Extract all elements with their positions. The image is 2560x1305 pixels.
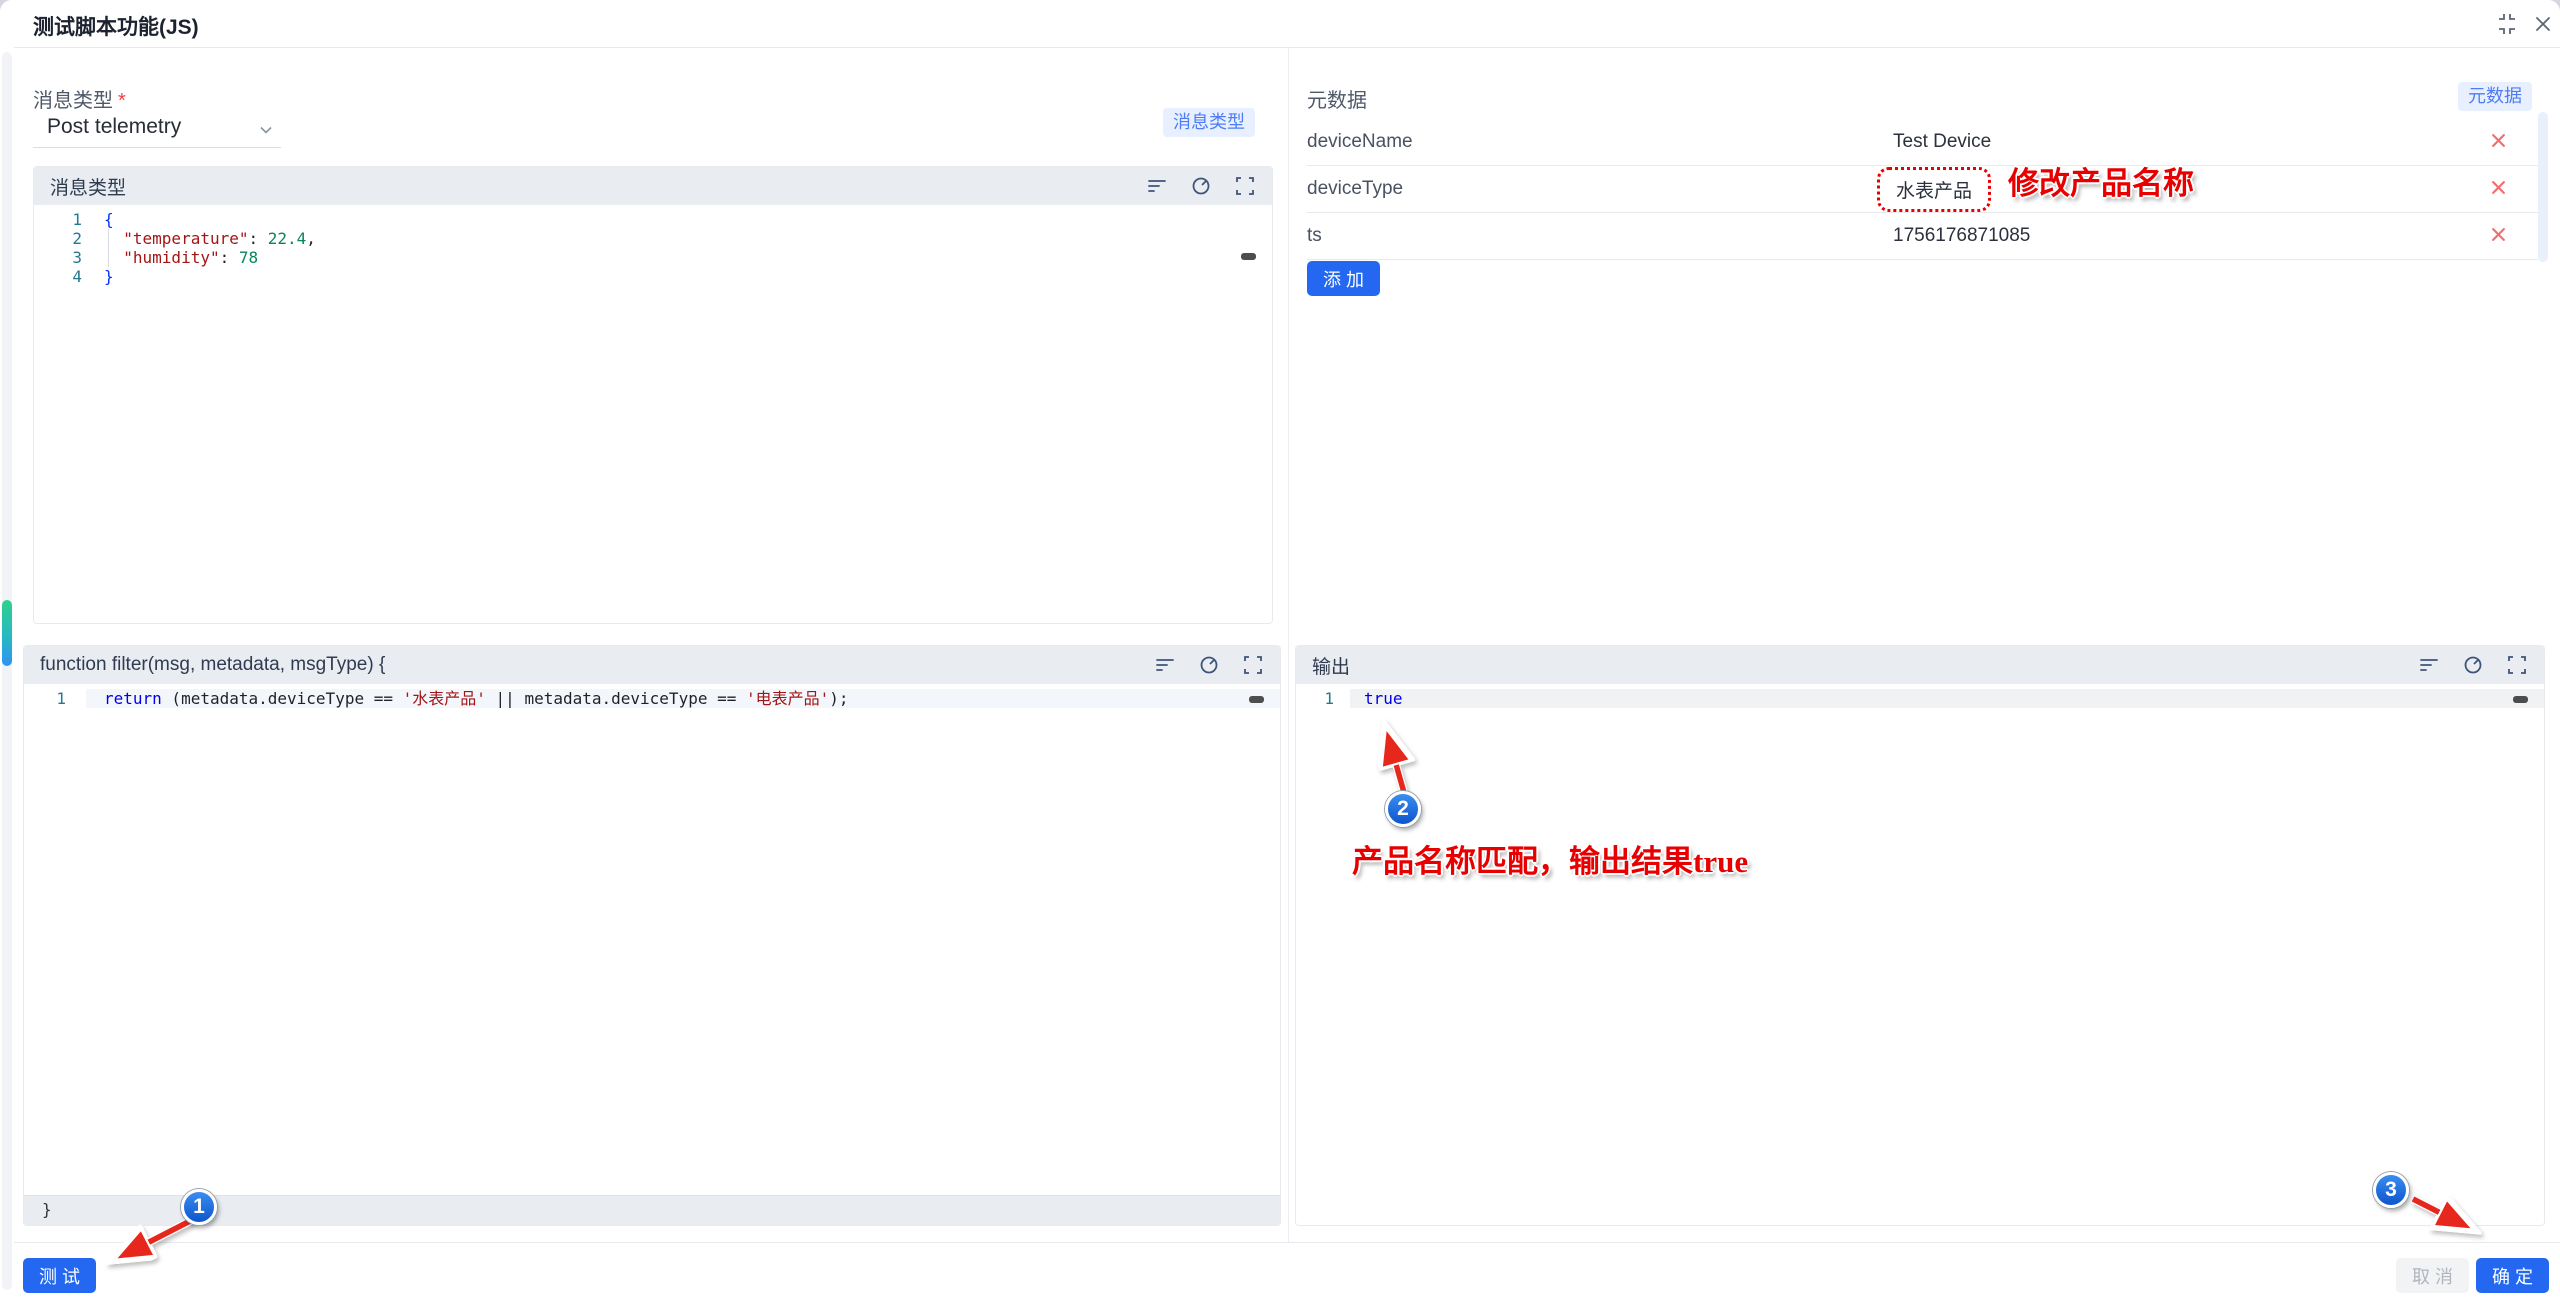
metadata-table: deviceNameTest DevicedeviceType水表产品ts175… — [1307, 119, 2538, 260]
add-metadata-button[interactable]: 添 加 — [1307, 261, 1380, 296]
output-editor-title: 输出 — [1312, 652, 2418, 679]
metadata-row: ts1756176871085 — [1307, 213, 2538, 260]
metadata-value-field[interactable]: 1756176871085 — [1893, 225, 2458, 247]
collapse-icon — [2496, 13, 2518, 35]
message-type-select-value: Post telemetry — [47, 115, 181, 138]
payload-editor-header: 消息类型 — [34, 167, 1272, 205]
line-number: 4 — [34, 267, 96, 286]
close-button[interactable] — [2530, 11, 2556, 37]
delete-x-icon — [2491, 136, 2506, 151]
line-number: 2 — [34, 229, 96, 248]
line-number: 1 — [1296, 689, 1350, 708]
script-function-close: } — [24, 1195, 1280, 1225]
clear-button[interactable] — [2462, 654, 2484, 676]
test-script-dialog: 测试脚本功能(JS) 消息类型* Post telemetry — [0, 0, 2560, 1305]
output-editor: 输出 1true — [1295, 645, 2545, 1226]
circle-slash-icon — [1190, 175, 1212, 197]
script-function-signature: function filter(msg, metadata, msgType) … — [40, 654, 1154, 676]
modal-scrollbar-area — [0, 0, 14, 1305]
fullscreen-icon — [2506, 654, 2528, 676]
delete-row-button[interactable] — [2458, 227, 2538, 245]
clear-button[interactable] — [1190, 175, 1212, 197]
metadata-value-field[interactable]: Test Device — [1893, 131, 2458, 153]
payload-editor: 消息类型 1{2 "temperature": 22.4,3 "humidity… — [33, 166, 1273, 624]
format-button[interactable] — [2418, 654, 2440, 676]
output-code-area[interactable]: 1true — [1296, 684, 2544, 708]
format-button[interactable] — [1154, 654, 1176, 676]
fullscreen-button[interactable] — [1242, 654, 1264, 676]
fullscreen-icon — [1242, 654, 1264, 676]
dialog-header: 测试脚本功能(JS) — [0, 0, 2560, 48]
code-line[interactable]: 2 "temperature": 22.4, — [34, 229, 1272, 248]
message-type-badge: 消息类型 — [1163, 108, 1255, 137]
line-number: 1 — [34, 210, 96, 229]
metadata-badge: 元数据 — [2458, 82, 2532, 111]
dialog-footer: 测 试 取 消 确 定 — [0, 1242, 2560, 1305]
chevron-down-icon — [257, 121, 275, 145]
format-lines-icon — [2418, 654, 2440, 676]
modal-scrollbar-thumb[interactable] — [2, 600, 12, 666]
delete-x-icon — [2491, 230, 2506, 245]
editor-scrollbar-thumb[interactable] — [1241, 253, 1256, 260]
fullscreen-icon — [1234, 175, 1256, 197]
format-button[interactable] — [1146, 175, 1168, 197]
editor-scrollbar-thumb[interactable] — [2513, 696, 2528, 703]
metadata-key-field[interactable]: ts — [1307, 225, 1893, 247]
metadata-row: deviceNameTest Device — [1307, 119, 2538, 166]
delete-row-button[interactable] — [2458, 180, 2538, 198]
script-code-area[interactable]: 1return (metadata.deviceType == '水表产品' |… — [24, 684, 1280, 708]
message-type-select[interactable]: Post telemetry — [33, 106, 281, 148]
fullscreen-button[interactable] — [2506, 654, 2528, 676]
metadata-key-field[interactable]: deviceName — [1307, 131, 1893, 153]
circle-slash-icon — [2462, 654, 2484, 676]
indent-guide — [108, 229, 109, 267]
line-number: 1 — [24, 689, 86, 708]
metadata-scrollbar[interactable] — [2538, 112, 2548, 262]
metadata-value-field[interactable]: 水表产品 — [1893, 173, 2458, 206]
code-line[interactable]: 1true — [1296, 689, 2544, 708]
payload-editor-title: 消息类型 — [50, 173, 1146, 200]
dialog-title: 测试脚本功能(JS) — [33, 11, 199, 41]
payload-code-area[interactable]: 1{2 "temperature": 22.4,3 "humidity": 78… — [34, 205, 1272, 286]
filter-script-editor: function filter(msg, metadata, msgType) … — [23, 645, 1281, 1226]
close-icon — [2533, 14, 2553, 34]
output-editor-header: 输出 — [1296, 646, 2544, 684]
collapse-button[interactable] — [2494, 11, 2520, 37]
circle-slash-icon — [1198, 654, 1220, 676]
panel-divider — [1288, 48, 1289, 1242]
format-lines-icon — [1146, 175, 1168, 197]
test-button[interactable]: 测 试 — [23, 1258, 96, 1293]
modal-scrollbar-track — [2, 52, 12, 1290]
clear-button[interactable] — [1198, 654, 1220, 676]
confirm-button[interactable]: 确 定 — [2476, 1258, 2549, 1293]
code-line[interactable]: 1{ — [34, 210, 1272, 229]
metadata-key-field[interactable]: deviceType — [1307, 178, 1893, 200]
highlighted-value-box: 水表产品 — [1877, 167, 1991, 212]
editor-scrollbar-thumb[interactable] — [1249, 696, 1264, 703]
line-number: 3 — [34, 248, 96, 267]
code-line[interactable]: 1return (metadata.deviceType == '水表产品' |… — [24, 689, 1280, 708]
metadata-label: 元数据 — [1307, 84, 1367, 113]
delete-row-button[interactable] — [2458, 133, 2538, 151]
script-editor-header: function filter(msg, metadata, msgType) … — [24, 646, 1280, 684]
fullscreen-button[interactable] — [1234, 175, 1256, 197]
cancel-button[interactable]: 取 消 — [2396, 1258, 2469, 1293]
metadata-row: deviceType水表产品 — [1307, 166, 2538, 213]
format-lines-icon — [1154, 654, 1176, 676]
code-line[interactable]: 3 "humidity": 78 — [34, 248, 1272, 267]
code-line[interactable]: 4} — [34, 267, 1272, 286]
delete-x-icon — [2491, 183, 2506, 198]
